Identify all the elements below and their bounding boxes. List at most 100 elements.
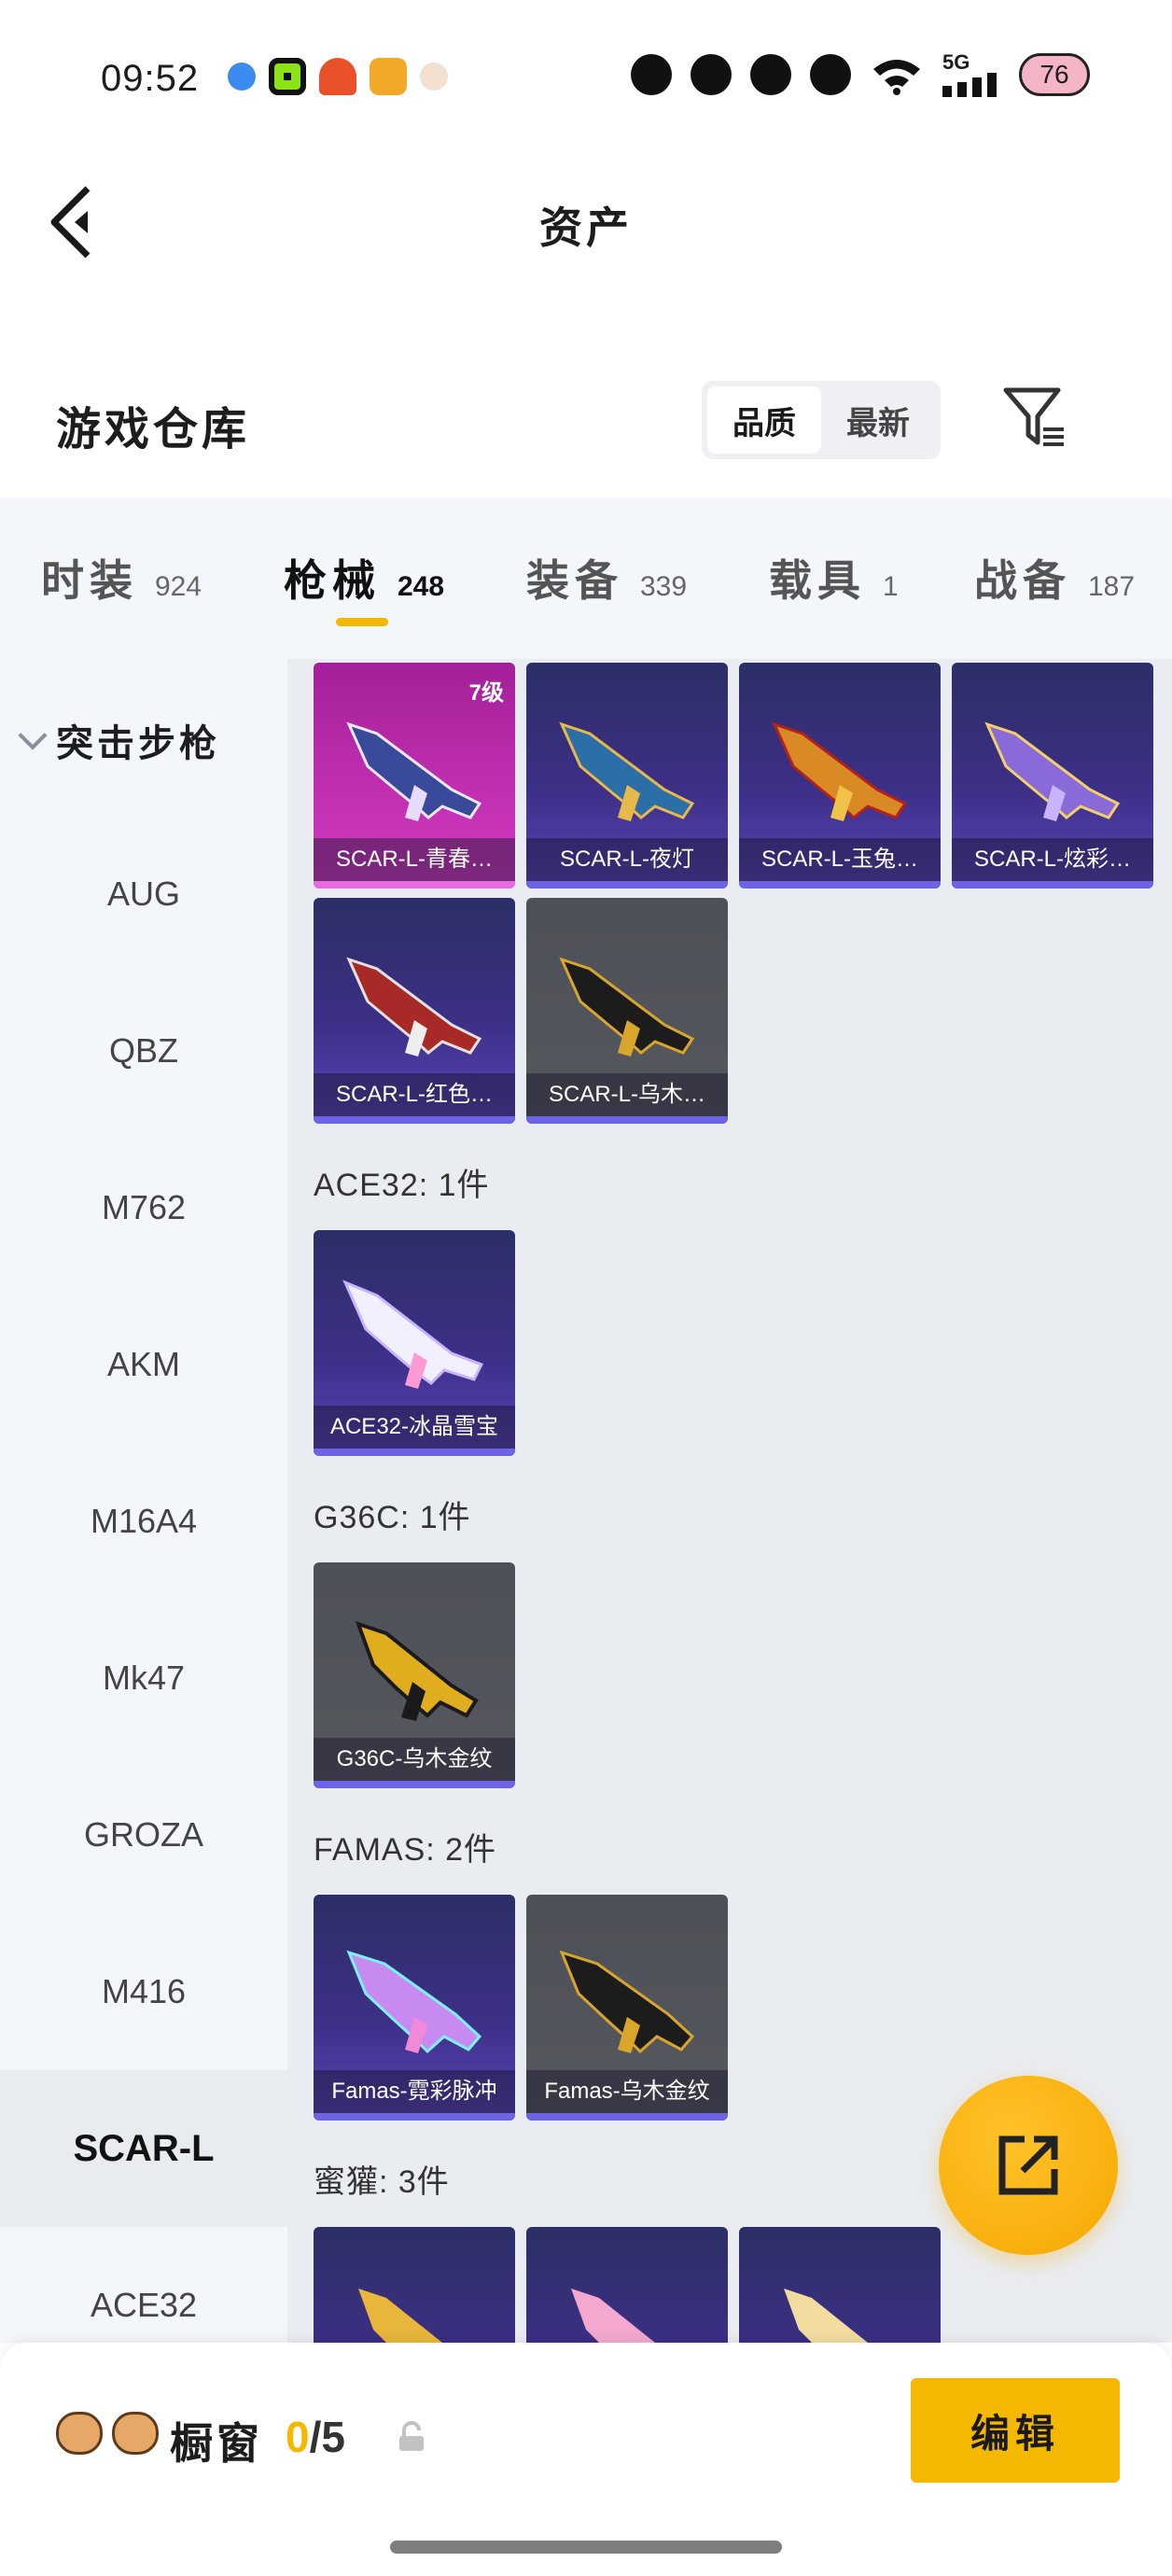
weapon-name: G36C-乌木金纹 (314, 1738, 515, 1781)
sidebar-item-groza[interactable]: GROZA (0, 1757, 287, 1913)
flower-icon (631, 54, 672, 95)
showcase-total: /5 (309, 2413, 345, 2461)
rarity-stripe (526, 881, 728, 889)
rarity-stripe (952, 881, 1153, 889)
weapon-name: ACE32-冰晶雪宝 (314, 1406, 515, 1449)
status-bar: 09:52 5G 76 (0, 0, 1172, 140)
weapon-type-sidebar: 突击步枪 AUG QBZ M762 AKM M16A4 Mk47 GROZA M… (0, 659, 287, 2343)
rifle-icon (346, 1950, 482, 2054)
rarity-stripe (314, 1116, 515, 1124)
weapon-name: SCAR-L-红色… (314, 1073, 515, 1116)
sort-latest-button[interactable]: 最新 (821, 386, 935, 454)
rifle-icon (571, 2289, 655, 2343)
home-indicator[interactable] (390, 2541, 782, 2554)
rifle-icon (784, 2289, 868, 2343)
weapon-card[interactable]: Famas-乌木金纹 (526, 1895, 728, 2121)
sidebar-item-scar-l[interactable]: SCAR-L (0, 2070, 287, 2227)
tab-count: 339 (640, 571, 688, 602)
system-icons: 5G 76 (631, 52, 1090, 97)
paw-badge-icon (112, 2412, 159, 2455)
rarity-stripe (314, 2113, 515, 2121)
filter-icon[interactable] (1000, 385, 1067, 452)
showcase-label: 橱窗 (170, 2419, 263, 2468)
tab-firearms[interactable]: 枪械 248 (284, 547, 444, 609)
sidebar-item-m16a4[interactable]: M16A4 (0, 1443, 287, 1600)
signal-bars-icon (942, 73, 997, 97)
rarity-stripe (526, 2113, 728, 2121)
weapon-card[interactable]: SCAR-L-乌木… (526, 898, 728, 1124)
weapon-name: SCAR-L-夜灯 (526, 838, 728, 881)
tab-label: 载具 (769, 556, 866, 605)
app-icon-blue (228, 63, 256, 91)
share-icon (998, 2135, 1058, 2195)
rifle-icon (559, 1950, 695, 2054)
weapon-card[interactable]: SCAR-L-炫彩… (952, 663, 1153, 889)
unlock-icon (399, 2421, 424, 2451)
showcase-icons (56, 2412, 159, 2455)
section-title: 游戏仓库 (56, 405, 251, 455)
weapon-card[interactable] (526, 2227, 728, 2343)
weapon-card[interactable]: Famas-霓彩脉冲 (314, 1895, 515, 2121)
tab-count: 187 (1088, 571, 1136, 602)
sidebar-group-label: 突击步枪 (56, 723, 220, 764)
rarity-stripe (314, 1781, 515, 1788)
rarity-stripe (314, 1449, 515, 1456)
sidebar-item-aug[interactable]: AUG (0, 816, 287, 973)
sidebar-item-mk47[interactable]: Mk47 (0, 1600, 287, 1757)
app-icon-green (269, 58, 306, 95)
tab-label: 战备 (974, 556, 1071, 605)
weapon-name: Famas-霓彩脉冲 (314, 2070, 515, 2113)
page-title: 资产 (539, 203, 633, 252)
showcase-count: 0/5 (286, 2412, 345, 2462)
edit-button[interactable]: 编辑 (911, 2378, 1120, 2483)
rifle-icon (346, 721, 482, 821)
battery-indicator: 76 (1019, 53, 1090, 96)
weapon-name: Famas-乌木金纹 (526, 2070, 728, 2113)
weapon-card[interactable]: SCAR-L-玉兔… (739, 663, 941, 889)
rifle-icon (346, 957, 482, 1057)
sort-quality-button[interactable]: 品质 (707, 386, 821, 454)
showcase-current: 0 (286, 2413, 310, 2461)
app-icon-game (370, 58, 407, 95)
tab-vehicles[interactable]: 载具 1 (769, 547, 899, 609)
rifle-icon (772, 721, 908, 821)
weapon-card[interactable] (314, 2227, 515, 2343)
tab-fashion[interactable]: 时装 924 (41, 547, 202, 609)
tab-count: 924 (155, 571, 202, 602)
weapon-card[interactable] (739, 2227, 941, 2343)
tab-count: 248 (398, 571, 445, 602)
rifle-icon (342, 1280, 484, 1389)
group-label-g36c: G36C: 1件 (314, 1500, 471, 1535)
group-label-famas: FAMAS: 2件 (314, 1832, 497, 1868)
weapon-card[interactable]: SCAR-L-夜灯 (526, 663, 728, 889)
group-label-ace32: ACE32: 1件 (314, 1168, 490, 1203)
sidebar-item-akm[interactable]: AKM (0, 1286, 287, 1443)
rarity-stripe (314, 881, 515, 889)
active-tab-indicator (336, 618, 388, 626)
sidebar-item-qbz[interactable]: QBZ (0, 973, 287, 1129)
sidebar-group-assault-rifles[interactable]: 突击步枪 (18, 713, 220, 767)
tab-label: 时装 (41, 556, 138, 605)
paw-icon (750, 54, 791, 95)
sidebar-item-m416[interactable]: M416 (0, 1913, 287, 2070)
weapon-card[interactable]: G36C-乌木金纹 (314, 1562, 515, 1788)
tab-equipment[interactable]: 装备 339 (526, 547, 687, 609)
rarity-stripe (526, 1116, 728, 1124)
weapon-card[interactable]: 7级 SCAR-L-青春… (314, 663, 515, 889)
share-button[interactable] (939, 2076, 1118, 2255)
rifle-icon (984, 721, 1121, 821)
rifle-icon (559, 957, 695, 1057)
weapon-card[interactable]: ACE32-冰晶雪宝 (314, 1230, 515, 1456)
sidebar-item-ace32[interactable]: ACE32 (0, 2227, 287, 2343)
tab-combat-gear[interactable]: 战备 187 (974, 547, 1135, 609)
notification-icons (228, 58, 448, 95)
tab-label: 枪械 (284, 556, 381, 605)
weapon-name: SCAR-L-炫彩… (952, 838, 1153, 881)
sidebar-item-m762[interactable]: M762 (0, 1129, 287, 1286)
bear-face-icon (56, 2412, 103, 2455)
chevron-down-icon (18, 721, 48, 750)
sort-toggle: 品质 最新 (702, 381, 941, 459)
rifle-icon (355, 1620, 479, 1721)
weapon-card[interactable]: SCAR-L-红色… (314, 898, 515, 1124)
cat-icon (810, 54, 851, 95)
